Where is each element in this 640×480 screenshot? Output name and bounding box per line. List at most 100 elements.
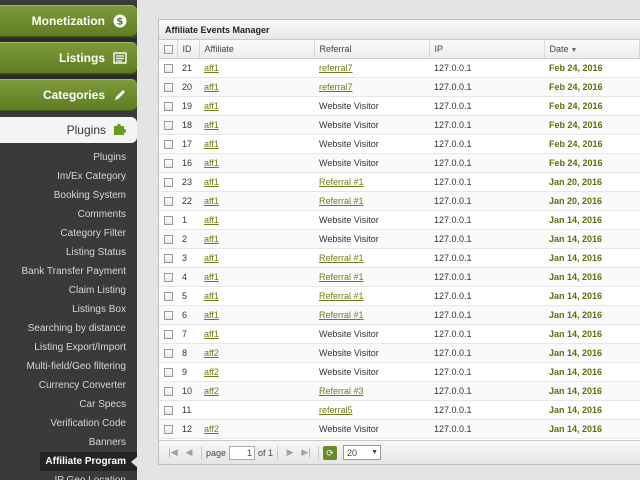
affiliate-link[interactable]: aff1 [204,253,219,263]
sidebar-subitem-comments[interactable]: Comments [0,205,137,224]
select-all-checkbox[interactable] [164,44,173,54]
referral-value[interactable]: Referral #1 [319,196,364,206]
row-select-cell[interactable] [159,324,177,344]
table-row[interactable]: 7 aff1 Website Visitor 127.0.0.1 Jan 14, 201… [159,324,640,344]
row-checkbox[interactable] [164,424,173,434]
row-checkbox[interactable] [164,386,173,396]
row-checkbox[interactable] [164,101,173,111]
table-row[interactable]: 19 aff1 Website Visitor 127.0.0.1 Feb 24, 20… [159,96,640,116]
affiliate-link[interactable]: aff1 [204,82,219,92]
row-select-cell[interactable] [159,115,177,135]
affiliate-link[interactable]: aff2 [204,348,219,358]
affiliate-link[interactable]: aff1 [204,291,219,301]
sidebar-subitem-verification-code[interactable]: Verification Code [0,414,137,433]
table-row[interactable]: 8 aff2 Website Visitor 127.0.0.1 Jan 14, 201… [159,343,640,363]
sidebar-subitem-category-filter[interactable]: Category Filter [0,224,137,243]
affiliate-link[interactable]: aff1 [204,196,219,206]
row-select-cell[interactable] [159,134,177,154]
sidebar-item-categories[interactable]: Categories [0,79,137,111]
referral-value[interactable]: Referral #1 [319,253,364,263]
next-page-icon[interactable]: ▶ [282,447,298,458]
sidebar-subitem-imex-category[interactable]: Im/Ex Category [0,167,137,186]
affiliate-link[interactable]: aff1 [204,63,219,73]
row-select-cell[interactable] [159,191,177,211]
last-page-icon[interactable]: ▶| [298,447,314,458]
table-row[interactable]: 22 aff1 Referral #1 127.0.0.1 Jan 20, 2016 [159,191,640,211]
row-checkbox[interactable] [164,291,173,301]
table-row[interactable]: 18 aff1 Website Visitor 127.0.0.1 Feb 24, 20… [159,115,640,135]
table-row[interactable]: 20 aff1 referral7 127.0.0.1 Feb 24, 2016 [159,77,640,97]
affiliate-link[interactable]: aff2 [204,424,219,434]
row-select-cell[interactable] [159,172,177,192]
row-checkbox[interactable] [164,348,173,358]
row-checkbox[interactable] [164,310,173,320]
row-checkbox[interactable] [164,120,173,130]
refresh-icon[interactable]: ⟳ [323,445,338,460]
row-select-cell[interactable] [159,210,177,230]
affiliate-link[interactable]: aff1 [204,120,219,130]
referral-value[interactable]: Referral #3 [319,386,364,396]
table-row[interactable]: 6 aff1 Referral #1 127.0.0.1 Jan 14, 2016 [159,305,640,325]
row-select-cell[interactable] [159,77,177,97]
table-row[interactable]: 23 aff1 Referral #1 127.0.0.1 Jan 20, 2016 [159,172,640,192]
row-select-cell[interactable] [159,153,177,173]
row-select-cell[interactable] [159,305,177,325]
sidebar-subitem-currency-converter[interactable]: Currency Converter [0,376,137,395]
table-row[interactable]: 2 aff1 Website Visitor 127.0.0.1 Jan 14, 201… [159,229,640,249]
row-select-cell[interactable] [159,267,177,287]
affiliate-link[interactable]: aff1 [204,215,219,225]
table-row[interactable]: 4 aff1 Referral #1 127.0.0.1 Jan 14, 2016 [159,267,640,287]
sidebar-subitem-searching-by-distance[interactable]: Searching by distance [0,319,137,338]
column-header-referral[interactable]: Referral [314,40,430,59]
affiliate-link[interactable]: aff2 [204,386,219,396]
sidebar-subitem-plugins[interactable]: Plugins [0,148,137,167]
row-select-cell[interactable] [159,286,177,306]
sidebar-subitem-booking-system[interactable]: Booking System [0,186,137,205]
row-select-cell[interactable] [159,58,177,78]
affiliate-link[interactable]: aff1 [204,177,219,187]
affiliate-link[interactable]: aff1 [204,234,219,244]
sidebar-subitem-affiliate-program[interactable]: Affiliate Program [40,452,137,471]
referral-value[interactable]: referral5 [319,405,353,415]
sidebar-subitem-banners[interactable]: Banners [0,433,137,452]
referral-value[interactable]: referral7 [319,63,353,73]
row-checkbox[interactable] [164,177,173,187]
page-number-input[interactable]: 1 [229,445,256,460]
affiliate-link[interactable]: aff1 [204,329,219,339]
column-header-ip[interactable]: IP [429,40,545,59]
referral-value[interactable]: Referral #1 [319,310,364,320]
row-checkbox[interactable] [164,405,173,415]
row-select-cell[interactable] [159,419,177,439]
prev-page-icon[interactable]: ◀ [181,447,197,458]
table-row[interactable]: 1 aff1 Website Visitor 127.0.0.1 Jan 14, 201… [159,210,640,230]
sidebar-item-listings[interactable]: Listings [0,42,137,74]
row-select-cell[interactable] [159,400,177,420]
table-row[interactable]: 21 aff1 referral7 127.0.0.1 Feb 24, 2016 [159,58,640,78]
row-checkbox[interactable] [164,158,173,168]
row-select-cell[interactable] [159,343,177,363]
affiliate-link[interactable]: aff2 [204,367,219,377]
affiliate-link[interactable]: aff1 [204,101,219,111]
referral-value[interactable]: Referral #1 [319,177,364,187]
row-checkbox[interactable] [164,253,173,263]
referral-value[interactable]: referral7 [319,82,353,92]
row-select-cell[interactable] [159,229,177,249]
sidebar-subitem-multifield-geo[interactable]: Multi-field/Geo filtering [0,357,137,376]
row-checkbox[interactable] [164,139,173,149]
table-row[interactable]: 17 aff1 Website Visitor 127.0.0.1 Feb 24, 20… [159,134,640,154]
page-size-select[interactable]: 20 ▼ [343,445,382,460]
first-page-icon[interactable]: |◀ [165,447,181,458]
referral-value[interactable]: Referral #1 [319,272,364,282]
sidebar-item-monetization[interactable]: Monetization $ [0,5,137,37]
sidebar-section-plugins[interactable]: Plugins [0,117,137,143]
table-row[interactable]: 3 aff1 Referral #1 127.0.0.1 Jan 14, 2016 [159,248,640,268]
table-row[interactable]: 16 aff1 Website Visitor 127.0.0.1 Feb 24, 20… [159,153,640,173]
affiliate-link[interactable]: aff1 [204,310,219,320]
referral-value[interactable]: Referral #1 [319,291,364,301]
sidebar-subitem-bank-transfer[interactable]: Bank Transfer Payment [0,262,137,281]
row-select-cell[interactable] [159,381,177,401]
table-row[interactable]: 12 aff2 Website Visitor 127.0.0.1 Jan 14, 20… [159,419,640,439]
sidebar-subitem-listings-box[interactable]: Listings Box [0,300,137,319]
row-checkbox[interactable] [164,329,173,339]
table-row[interactable]: 5 aff1 Referral #1 127.0.0.1 Jan 14, 2016 [159,286,640,306]
